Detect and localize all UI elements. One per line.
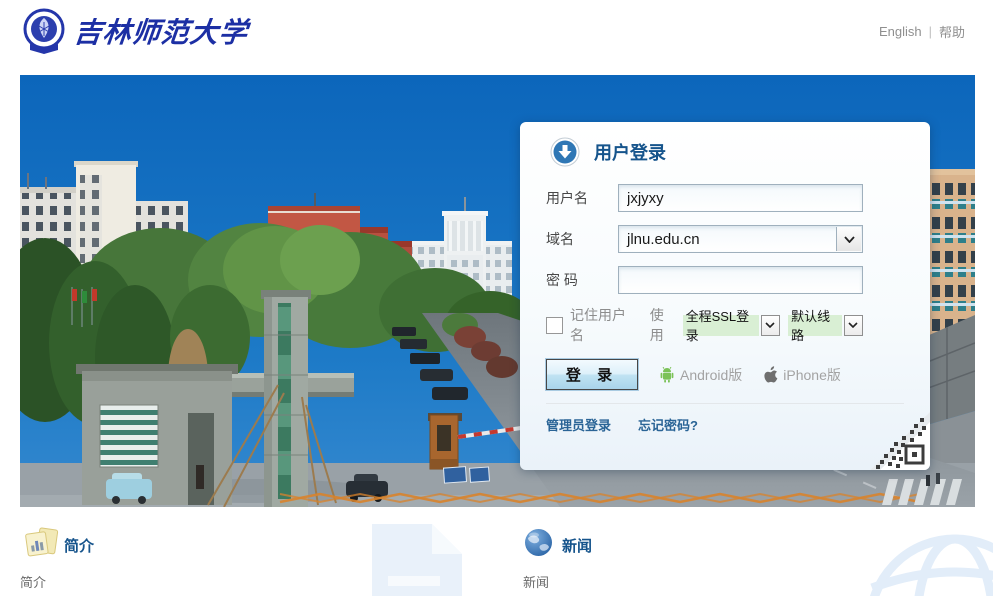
top-nav: English | 帮助 [879, 22, 965, 41]
android-label: Android版 [680, 365, 742, 385]
iphone-label: iPhone版 [783, 365, 841, 385]
password-input[interactable] [618, 266, 863, 294]
admin-login-link[interactable]: 管理员登录 [546, 415, 611, 434]
intro-link[interactable]: 简介 [20, 572, 46, 591]
chevron-down-icon [836, 227, 861, 251]
intro-section-title[interactable]: 简介 [64, 535, 94, 556]
qr-code-corner[interactable] [868, 410, 930, 470]
options-row: 记住用户名 使用 全程SSL登录 默认线路 [546, 305, 863, 345]
help-link[interactable]: 帮助 [939, 22, 965, 41]
username-row: 用户名 [546, 184, 863, 212]
university-name: 吉林师范大学 [72, 11, 250, 51]
login-title: 用户登录 [594, 139, 666, 165]
password-row: 密 码 [546, 266, 863, 294]
chevron-down-icon [844, 315, 863, 336]
news-link[interactable]: 新闻 [523, 572, 549, 591]
english-link[interactable]: English [879, 24, 922, 39]
university-seal-icon [22, 8, 66, 54]
domain-select-value: jlnu.edu.cn [627, 231, 700, 248]
domain-select[interactable]: jlnu.edu.cn [618, 225, 863, 253]
news-section-title[interactable]: 新闻 [562, 535, 592, 556]
ssl-mode-select[interactable]: 全程SSL登录 [683, 315, 781, 336]
login-arrow-icon [550, 137, 580, 167]
login-panel-header: 用户登录 [550, 137, 930, 167]
login-panel: 用户登录 用户名 域名 jlnu.edu.cn 密 码 记住用户名 使用 全程 [520, 122, 930, 470]
document-watermark-icon [366, 524, 462, 596]
page: 吉林师范大学 English | 帮助 [0, 0, 993, 596]
iphone-app-link[interactable]: iPhone版 [763, 365, 841, 385]
ssl-mode-value: 全程SSL登录 [683, 315, 759, 336]
domain-row: 域名 jlnu.edu.cn [546, 225, 863, 253]
qr-code-icon [868, 410, 930, 470]
apple-icon [763, 366, 778, 383]
login-button[interactable]: 登 录 [546, 359, 638, 390]
line-select[interactable]: 默认线路 [788, 315, 863, 336]
username-label: 用户名 [546, 188, 618, 208]
globe-watermark-icon [850, 526, 993, 596]
android-icon [659, 366, 675, 383]
nav-separator: | [929, 24, 932, 39]
remember-label: 记住用户名 [570, 305, 635, 345]
username-input[interactable] [618, 184, 863, 212]
forgot-password-link[interactable]: 忘记密码? [638, 415, 698, 434]
use-label: 使用 [650, 305, 676, 345]
chevron-down-icon [761, 315, 780, 336]
remember-checkbox[interactable] [546, 317, 563, 334]
panel-divider [546, 403, 904, 404]
news-globe-icon [524, 528, 553, 557]
line-select-value: 默认线路 [788, 315, 842, 336]
intro-documents-icon [24, 527, 60, 559]
university-logo[interactable]: 吉林师范大学 [22, 8, 248, 54]
actions-row: 登 录 Android版 iPho [546, 359, 904, 390]
android-app-link[interactable]: Android版 [659, 365, 742, 385]
domain-label: 域名 [546, 229, 618, 249]
password-label: 密 码 [546, 270, 618, 290]
